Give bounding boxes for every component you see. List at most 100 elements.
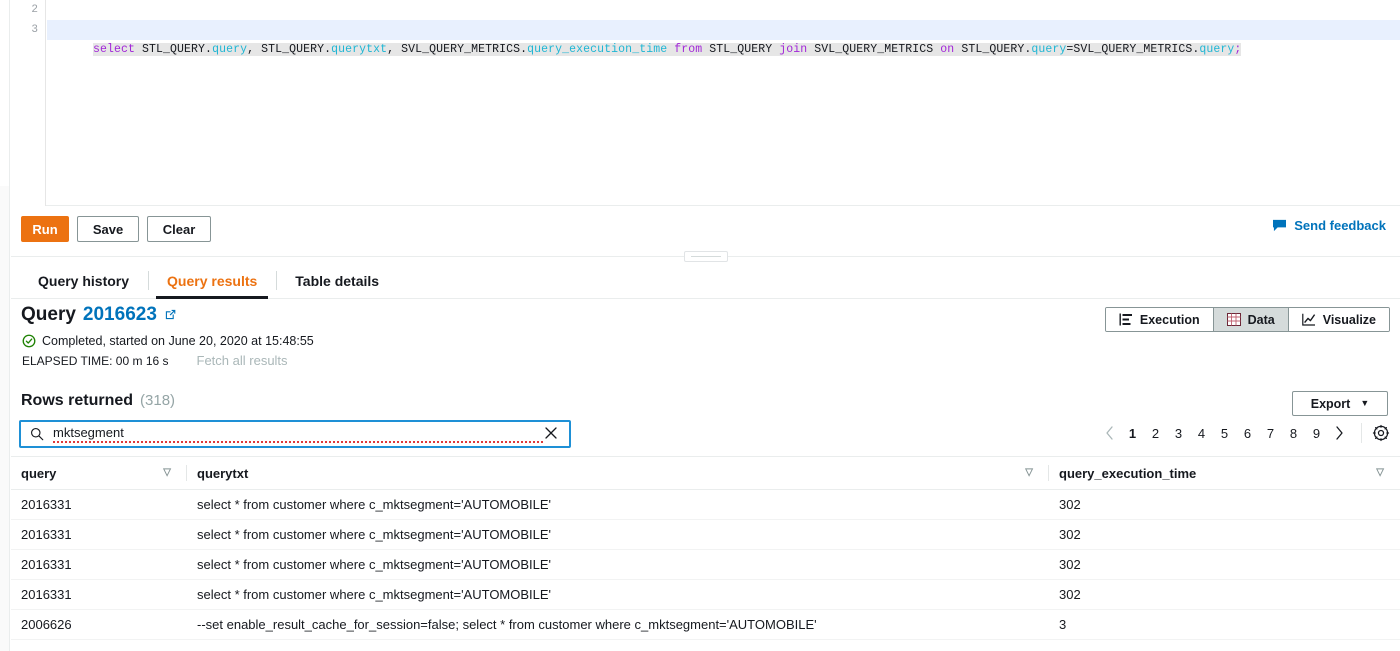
rows-returned-count: (318) xyxy=(140,392,176,409)
pagination: 1 2 3 4 5 6 7 8 9 xyxy=(1098,421,1390,445)
send-feedback-button[interactable]: Send feedback xyxy=(1272,218,1386,233)
pagination-page-9[interactable]: 9 xyxy=(1305,421,1328,445)
sql-token: STL_QUERY xyxy=(135,43,206,56)
view-mode-data-label: Data xyxy=(1247,312,1275,327)
sort-descending-icon[interactable]: ▽ xyxy=(1376,468,1384,478)
cell-query: 2016331 xyxy=(21,527,72,542)
pagination-page-7[interactable]: 7 xyxy=(1259,421,1282,445)
sql-token: query xyxy=(1199,43,1235,56)
fetch-all-results-link[interactable]: Fetch all results xyxy=(197,353,288,368)
cell-query-execution-time: 302 xyxy=(1059,557,1081,572)
column-header-querytxt[interactable]: querytxt ▽ xyxy=(187,457,1049,489)
editor-sql-line[interactable]: select STL_QUERY.query, STL_QUERY.queryt… xyxy=(47,20,1400,56)
sql-token: join xyxy=(779,43,808,56)
sql-token: , SVL_QUERY_METRICS xyxy=(387,43,521,56)
execution-icon xyxy=(1119,313,1133,326)
cell-query-execution-time: 3 xyxy=(1059,617,1067,632)
view-mode-switch: Execution Data Visualize xyxy=(1104,307,1390,332)
editor-action-bar: Run Save Clear Send feedback xyxy=(11,206,1400,251)
external-link-icon[interactable] xyxy=(164,304,177,326)
query-status: Completed, started on June 20, 2020 at 1… xyxy=(22,334,314,348)
elapsed-time-label: ELAPSED TIME: 00 m 16 s xyxy=(22,354,169,368)
sort-descending-icon[interactable]: ▽ xyxy=(1025,468,1033,478)
editor-code-area[interactable]: select STL_QUERY.query, STL_QUERY.queryt… xyxy=(47,0,1400,206)
sql-token: query xyxy=(1031,43,1067,56)
sort-descending-icon[interactable]: ▽ xyxy=(163,468,171,478)
sql-token: STL_QUERY xyxy=(954,43,1025,56)
sql-token: STL_QUERY xyxy=(702,43,780,56)
sql-statement: select STL_QUERY.query, STL_QUERY.queryt… xyxy=(93,43,1242,56)
view-mode-visualize-label: Visualize xyxy=(1322,312,1376,327)
table-row[interactable]: 2016331 select * from customer where c_mk… xyxy=(11,580,1400,610)
grid-icon xyxy=(1226,313,1241,326)
panel-resize-handle[interactable] xyxy=(683,251,728,262)
table-row[interactable]: 2006626 --set enable_result_cache_for_ses… xyxy=(11,610,1400,640)
editor-line-number-gutter: 2 3 xyxy=(11,0,46,206)
sql-token: from xyxy=(674,43,703,56)
pagination-next-button[interactable] xyxy=(1328,421,1351,445)
column-header-query[interactable]: query ▽ xyxy=(11,457,187,489)
column-header-query-label: query xyxy=(21,465,57,481)
results-table: query ▽ querytxt ▽ query_execution_time … xyxy=(11,456,1400,640)
view-mode-execution-label: Execution xyxy=(1139,312,1200,327)
table-row[interactable]: 2016331 select * from customer where c_mk… xyxy=(11,490,1400,520)
pagination-page-4[interactable]: 4 xyxy=(1190,421,1213,445)
table-row[interactable]: 2016331 select * from customer where c_mk… xyxy=(11,520,1400,550)
sql-editor[interactable]: 2 3 select STL_QUERY.query, STL_QUERY.qu… xyxy=(11,0,1400,206)
clear-search-icon[interactable] xyxy=(543,425,569,444)
search-input-value: mktsegment xyxy=(53,425,543,443)
sql-token: querytxt xyxy=(331,43,388,56)
results-tablist: Query history Query results Table detail… xyxy=(11,263,1400,299)
pagination-page-2[interactable]: 2 xyxy=(1144,421,1167,445)
cell-query: 2016331 xyxy=(21,497,72,512)
speech-bubble-icon xyxy=(1272,219,1287,232)
cell-query: 2016331 xyxy=(21,557,72,572)
export-button[interactable]: Export ▼ xyxy=(1292,391,1388,416)
table-settings-gear-icon[interactable] xyxy=(1372,424,1390,442)
pagination-page-1[interactable]: 1 xyxy=(1121,421,1144,445)
cell-querytxt: select * from customer where c_mktsegmen… xyxy=(197,587,552,602)
sql-token: query_execution_time xyxy=(527,43,668,56)
run-button[interactable]: Run xyxy=(21,216,69,242)
chevron-down-icon: ▼ xyxy=(1360,398,1370,408)
rows-returned-label: Rows returned xyxy=(21,392,134,409)
save-button[interactable]: Save xyxy=(77,216,139,242)
pagination-page-5[interactable]: 5 xyxy=(1213,421,1236,445)
panel-resize-row xyxy=(11,251,1400,263)
view-mode-data[interactable]: Data xyxy=(1212,308,1288,331)
search-input[interactable]: mktsegment xyxy=(19,420,571,448)
sql-token: =SVL_QUERY_METRICS xyxy=(1066,43,1193,56)
column-header-querytxt-label: querytxt xyxy=(197,465,249,481)
cell-querytxt: select * from customer where c_mktsegmen… xyxy=(197,527,552,542)
sql-token: . xyxy=(205,43,213,56)
column-header-query-execution-time[interactable]: query_execution_time ▽ xyxy=(1049,457,1400,489)
view-mode-execution[interactable]: Execution xyxy=(1105,308,1213,331)
clear-button[interactable]: Clear xyxy=(147,216,211,242)
column-header-query-execution-time-label: query_execution_time xyxy=(1059,465,1197,481)
table-header-row: query ▽ querytxt ▽ query_execution_time … xyxy=(11,456,1400,490)
chart-line-icon xyxy=(1301,313,1316,326)
tab-query-history[interactable]: Query history xyxy=(19,263,148,298)
cell-querytxt: --set enable_result_cache_for_session=fa… xyxy=(197,617,817,632)
rows-returned: Rows returned (318) xyxy=(21,392,175,410)
pagination-page-3[interactable]: 3 xyxy=(1167,421,1190,445)
line-number: 2 xyxy=(31,4,38,16)
cell-query-execution-time: 302 xyxy=(1059,497,1081,512)
sql-token: on xyxy=(940,43,955,56)
table-body: 2016331 select * from customer where c_mk… xyxy=(11,490,1400,640)
view-mode-visualize[interactable]: Visualize xyxy=(1287,308,1389,331)
send-feedback-label: Send feedback xyxy=(1294,218,1386,233)
export-label: Export xyxy=(1310,396,1351,411)
pagination-page-8[interactable]: 8 xyxy=(1282,421,1305,445)
cell-query: 2016331 xyxy=(21,587,72,602)
sql-token: , STL_QUERY xyxy=(247,43,325,56)
tab-query-results[interactable]: Query results xyxy=(148,263,276,299)
table-row[interactable]: 2016331 select * from customer where c_mk… xyxy=(11,550,1400,580)
query-elapsed-row: ELAPSED TIME: 00 m 16 s Fetch all result… xyxy=(22,353,288,368)
query-id-link[interactable]: 2016623 xyxy=(83,304,157,326)
pagination-prev-button[interactable] xyxy=(1098,421,1121,445)
pagination-page-6[interactable]: 6 xyxy=(1236,421,1259,445)
editor-blank-line xyxy=(47,0,1400,20)
tab-table-details[interactable]: Table details xyxy=(276,263,398,298)
status-success-icon xyxy=(22,334,36,348)
